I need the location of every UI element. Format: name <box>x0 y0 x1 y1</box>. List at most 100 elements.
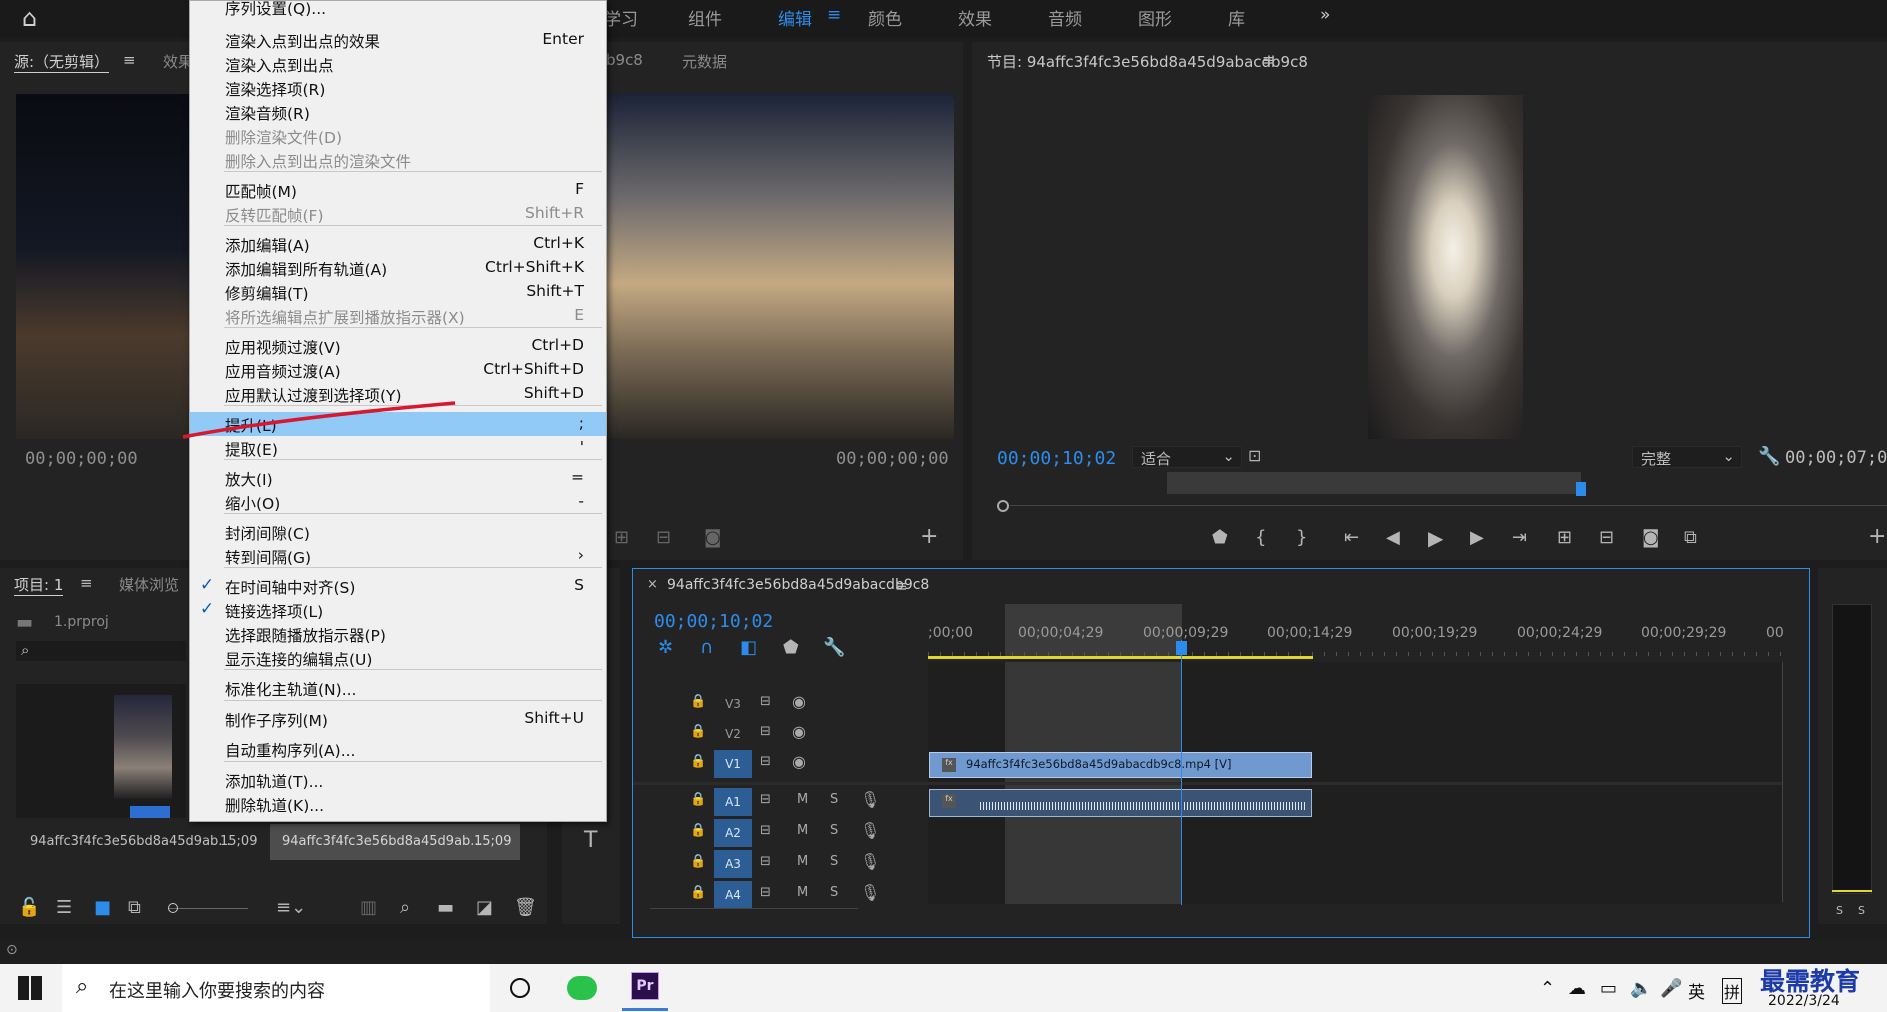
marker-icon[interactable]: ⬟ <box>783 639 799 657</box>
automate-icon[interactable]: ▥ <box>360 899 377 917</box>
compare-icon[interactable]: ⧉ <box>1684 529 1697 547</box>
tab-effects[interactable]: 效果 <box>958 5 992 30</box>
go-to-out-icon[interactable]: ⇥ <box>1512 529 1527 547</box>
microphone-icon[interactable]: 🎤 <box>1660 978 1682 999</box>
lock-icon[interactable]: 🔒 <box>690 854 706 869</box>
menu-item[interactable]: 渲染入点到出点 <box>190 52 606 76</box>
cortana-icon[interactable] <box>510 978 530 998</box>
vertical-scrollbar[interactable] <box>1782 662 1796 902</box>
metadata-tab[interactable]: 元数据 <box>682 51 727 72</box>
sync-icon[interactable]: ⊟ <box>760 823 771 838</box>
audio-clip[interactable]: fx <box>929 789 1312 817</box>
solo-button[interactable]: S <box>830 885 838 900</box>
menu-item[interactable]: 封闭间隙(C) <box>190 520 606 544</box>
list-view-icon[interactable]: ☰ <box>56 899 72 917</box>
timeline-menu-icon[interactable]: ≡ <box>895 577 908 595</box>
onedrive-icon[interactable]: ☁ <box>1568 978 1586 999</box>
menu-item[interactable]: 应用视频过渡(V) Ctrl+D <box>190 334 606 358</box>
sync-icon[interactable]: ⊟ <box>760 694 771 709</box>
tab-graphics[interactable]: 图形 <box>1138 5 1172 30</box>
tab-menu-icon[interactable]: ≡ <box>827 5 841 25</box>
fit-dropdown[interactable]: 适合 ⌄ <box>1132 446 1242 468</box>
lock-icon[interactable]: 🔒 <box>690 792 706 807</box>
find-icon[interactable]: ⌕ <box>400 899 410 917</box>
ime-mode[interactable]: 拼 <box>1722 978 1743 1004</box>
sync-icon[interactable]: ⊟ <box>760 885 771 900</box>
timeline-title[interactable]: 94affc3f4fc3e56bd8a45d9abacdb9c8 <box>667 577 929 593</box>
snap-icon[interactable]: ∩ <box>700 639 713 657</box>
mic-icon[interactable]: 🎙 <box>860 821 880 840</box>
menu-item[interactable]: 匹配帧(M) F <box>190 178 606 202</box>
lock-icon[interactable]: 🔒 <box>690 823 706 838</box>
tab-color[interactable]: 颜色 <box>868 5 902 30</box>
more-tabs-icon[interactable]: » <box>1320 5 1330 25</box>
source-timecode-right[interactable]: 00;00;00;00 <box>836 449 949 469</box>
overwrite-icon[interactable]: ⊟ <box>656 529 671 547</box>
source-menu-icon[interactable]: ≡ <box>123 51 136 69</box>
mic-icon[interactable]: 🎙 <box>860 790 880 809</box>
ime-indicator[interactable]: 英 <box>1688 978 1705 1003</box>
zoom-slider[interactable] <box>168 908 248 909</box>
nest-icon[interactable]: ✲ <box>658 639 673 657</box>
scrub-bar[interactable] <box>1167 472 1581 494</box>
timeline-timecode[interactable]: 00;00;10;02 <box>654 611 773 632</box>
playhead-marker[interactable] <box>1576 482 1586 496</box>
tray-date[interactable]: 2022/3/24 <box>1768 993 1840 1009</box>
wrench-icon[interactable]: 🔧 <box>823 639 845 657</box>
insert-icon[interactable]: ⊞ <box>614 529 629 547</box>
source-tab[interactable]: 源:（无剪辑） <box>14 51 110 73</box>
mic-icon[interactable]: 🎙 <box>860 883 880 902</box>
zoom-scroll-handle[interactable] <box>997 500 1009 512</box>
menu-item[interactable]: 缩小(O) - <box>190 490 606 514</box>
video-clip[interactable]: fx 94affc3f4fc3e56bd8a45d9abacdb9c8.mp4 … <box>929 752 1312 778</box>
playhead-line[interactable] <box>1181 640 1182 905</box>
solo-button[interactable]: S <box>830 854 838 869</box>
type-tool-icon[interactable]: T <box>584 830 597 852</box>
menu-item[interactable]: 渲染音频(R) <box>190 100 606 124</box>
freeform-view-icon[interactable]: ⧉ <box>128 899 141 917</box>
menu-item[interactable]: ✓ 链接选择项(L) <box>190 598 606 622</box>
playhead-head[interactable] <box>1176 641 1187 655</box>
premiere-icon[interactable]: Pr <box>631 972 659 1000</box>
close-icon[interactable]: × <box>647 577 658 592</box>
sync-icon[interactable]: ⊟ <box>760 754 771 769</box>
linked-selection-icon[interactable]: ◧ <box>740 639 757 657</box>
extract-icon[interactable]: ⊟ <box>1599 529 1614 547</box>
icon-view-icon[interactable]: ■ <box>94 899 111 917</box>
menu-item[interactable]: 放大(I) = <box>190 466 606 490</box>
menu-item[interactable]: 渲染入点到出点的效果 Enter <box>190 28 606 52</box>
lift-icon[interactable]: ⊞ <box>1557 529 1572 547</box>
tray-chevron-icon[interactable]: ⌃ <box>1540 978 1555 999</box>
step-forward-icon[interactable]: ▶ <box>1470 529 1484 547</box>
mark-in-icon[interactable]: { <box>1255 529 1266 547</box>
program-timecode[interactable]: 00;00;10;02 <box>997 448 1116 469</box>
menu-item[interactable]: 应用音频过渡(A) Ctrl+Shift+D <box>190 358 606 382</box>
project-menu-icon[interactable]: ≡ <box>80 574 93 592</box>
new-bin-icon[interactable]: ▬ <box>437 899 454 917</box>
play-icon[interactable]: ▶ <box>1428 528 1443 548</box>
horizontal-scrollbar[interactable] <box>650 908 858 922</box>
menu-item[interactable]: 选择跟随播放指示器(P) <box>190 622 606 646</box>
sync-icon[interactable]: ⊟ <box>760 792 771 807</box>
go-to-in-icon[interactable]: ⇤ <box>1344 529 1359 547</box>
lock-icon[interactable]: 🔓 <box>18 899 40 917</box>
mute-button[interactable]: M <box>797 885 808 900</box>
solo-right[interactable]: S <box>1858 904 1865 917</box>
menu-item[interactable]: 添加编辑到所有轨道(A) Ctrl+Shift+K <box>190 256 606 280</box>
menu-item[interactable]: 渲染选择项(R) <box>190 76 606 100</box>
menu-item[interactable]: 转到间隔(G) › <box>190 544 606 568</box>
menu-item[interactable]: 序列设置(Q)... <box>190 0 606 19</box>
tab-learn[interactable]: 学习 <box>604 5 638 30</box>
windows-start-icon[interactable] <box>18 976 42 1000</box>
camera-icon[interactable]: ◙ <box>704 529 721 547</box>
eye-icon[interactable]: ◉ <box>792 722 806 741</box>
marker-icon[interactable]: ⬟ <box>1212 529 1228 547</box>
eye-icon[interactable]: ◉ <box>792 752 806 771</box>
mute-button[interactable]: M <box>797 823 808 838</box>
trash-icon[interactable]: 🗑 <box>514 899 537 917</box>
project-tab[interactable]: 项目: 1 <box>14 574 64 596</box>
safe-margins-icon[interactable]: ⊡ <box>1248 448 1261 464</box>
work-area-bar[interactable] <box>928 656 1313 659</box>
taskbar-search[interactable]: ⌕ 在这里输入你要搜索的内容 <box>62 964 490 1012</box>
sort-icon[interactable]: ≡⌄ <box>276 899 306 917</box>
